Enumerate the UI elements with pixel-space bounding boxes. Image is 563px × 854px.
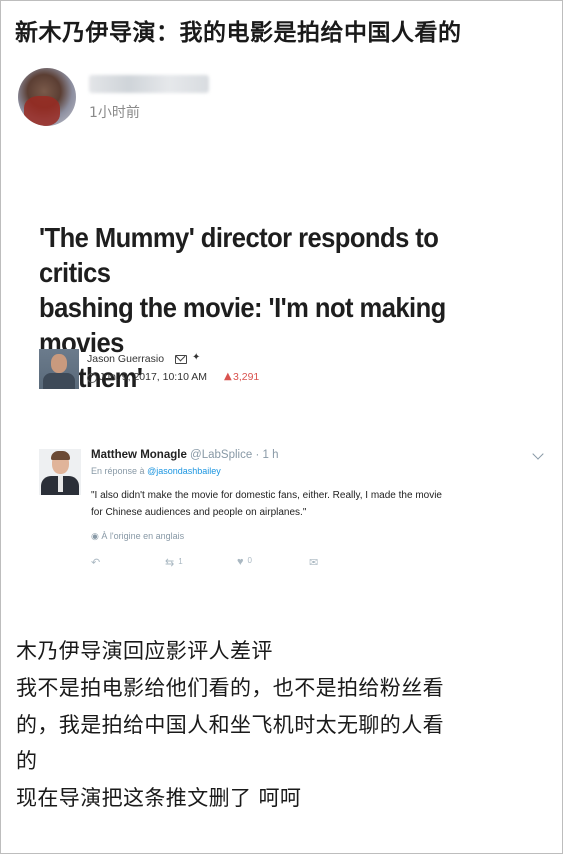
body-line: 的	[16, 749, 38, 774]
tweet-actions: ↶ ⇆ 1 ♥ 0 ✉	[91, 556, 351, 570]
heart-icon: ♥	[237, 556, 244, 568]
tweet-handle: @LabSplice	[190, 449, 253, 461]
flame-icon: ▲	[224, 371, 232, 382]
body-line: 我不是拍电影给他们看的，也不是拍给粉丝看	[16, 675, 444, 700]
twitter-bird-icon: ✦	[192, 352, 201, 363]
tweet-text: "I also didn't make the movie for domest…	[91, 487, 541, 521]
mail-icon	[175, 355, 187, 364]
retweet-count: 1	[178, 557, 183, 566]
tweet-reply-context: En réponse à @jasondashbailey	[91, 466, 221, 476]
tweet-time: 1 h	[262, 449, 279, 461]
post-title: 新木乃伊导演：我的电影是拍给中国人看的	[15, 20, 462, 46]
body-line: 木乃伊导演回应影评人差评	[16, 639, 273, 663]
tweet-text-line: "I also didn't make the movie for domest…	[91, 490, 442, 501]
tweet-text-line: for Chinese audiences and people on airp…	[91, 507, 307, 518]
tweet-header: Matthew Monagle @LabSplice · 1 h	[91, 449, 278, 461]
tweet-separator: ·	[255, 449, 260, 461]
globe-icon: ◉	[91, 531, 99, 541]
headline-line: 'The Mummy' director responds to critics	[39, 222, 439, 288]
direct-message-icon: ✉	[309, 557, 319, 569]
body-line: 现在导演把这条推文删了 呵呵	[16, 786, 302, 811]
tweet-avatar	[39, 449, 81, 495]
body-line: 的，我是拍给中国人和坐飞机时太无聊的人看	[16, 712, 444, 737]
like-count: 0	[247, 556, 252, 565]
translation-note: ◉ À l'origine en anglais	[91, 531, 184, 542]
article-author: Jason Guerrasio	[87, 353, 165, 365]
reply-to-handle: @jasondashbailey	[147, 466, 221, 476]
clock-icon	[87, 373, 97, 383]
share-count: 3,291	[233, 371, 260, 383]
post-timestamp: 1小时前	[89, 105, 140, 121]
retweet-action: ⇆ 1	[165, 556, 183, 569]
chevron-down-icon	[532, 448, 544, 460]
translation-label: À l'origine en anglais	[101, 531, 185, 541]
reply-icon: ↶	[91, 557, 101, 569]
post-frame: 新木乃伊导演：我的电影是拍给中国人看的 1小时前 'The Mummy' dir…	[0, 0, 563, 854]
reply-prefix: En réponse à	[91, 466, 145, 476]
article-headline: 'The Mummy' director responds to critics…	[39, 220, 509, 395]
author-photo	[39, 349, 79, 389]
post-body: 木乃伊导演回应影评人差评 我不是拍电影给他们看的，也不是拍给粉丝看 的，我是拍给…	[16, 633, 556, 817]
article-date: Jun. 9, 2017, 10:10 AM	[99, 371, 207, 383]
blurred-username[interactable]	[89, 75, 209, 93]
user-avatar[interactable]	[18, 68, 76, 126]
like-action: ♥ 0	[237, 556, 252, 568]
headline-line: bashing the movie: 'I'm not making movie…	[39, 292, 446, 358]
retweet-icon: ⇆	[165, 557, 175, 569]
tweet-author-name: Matthew Monagle	[91, 449, 187, 461]
